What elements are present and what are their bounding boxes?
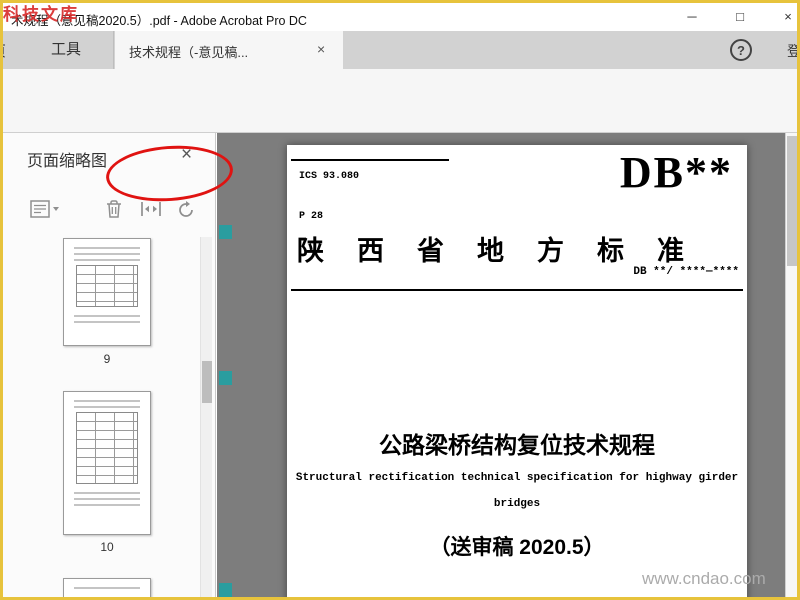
tab-bar: 页 工具 技术规程（-意见稿... × ? 登 — [3, 31, 797, 69]
thumbnail-page-9[interactable] — [63, 238, 151, 346]
tab-home-partial[interactable]: 页 — [3, 31, 19, 69]
tab-document-label: 技术规程（-意见稿... — [129, 45, 249, 60]
title-bar: 科技文库 术规程（意见稿2020.5）.pdf - Adobe Acrobat … — [3, 3, 797, 31]
sidebar-scrollbar-thumb[interactable] — [202, 361, 212, 403]
help-icon[interactable]: ? — [730, 39, 752, 61]
thumbnail-sketch — [74, 587, 140, 593]
thumbnail-sketch — [74, 247, 140, 261]
divider-marker — [219, 583, 232, 597]
standard-name: 陕西省地方标准 — [297, 236, 717, 266]
divider-marker — [219, 225, 232, 239]
thumbnail-page-11-partial[interactable] — [63, 578, 151, 597]
thumbnail-sketch — [74, 315, 140, 325]
content-area: 页面缩略图 × 9 10 ICS 93.080 DB** P 28 陕西省地方标… — [3, 133, 797, 597]
page-top-rule — [291, 159, 449, 161]
document-scrollbar[interactable] — [785, 133, 797, 597]
p-code: P 28 — [299, 211, 324, 222]
thumbnail-sketch — [74, 400, 140, 408]
main-toolbar: 49% ▼ ··· — [3, 69, 797, 206]
sidebar-scrollbar[interactable] — [200, 237, 212, 597]
delete-pages-icon[interactable] — [103, 197, 125, 226]
thumbnails-panel: 页面缩略图 × 9 10 — [3, 133, 216, 597]
signin-label[interactable]: 登 — [787, 41, 797, 61]
document-view: ICS 93.080 DB** P 28 陕西省地方标准 DB **/ ****… — [217, 133, 785, 597]
tab-close-icon[interactable]: × — [317, 41, 325, 57]
ics-code: ICS 93.080 — [299, 171, 360, 182]
minimize-button[interactable]: ─ — [675, 6, 709, 28]
document-title-en-line1: Structural rectification technical speci… — [295, 472, 739, 484]
tab-document-active[interactable]: 技术规程（-意见稿... × — [115, 31, 343, 69]
thumbnail-sketch-table — [76, 412, 138, 484]
thumbnail-sketch — [74, 492, 140, 510]
close-window-button[interactable]: × — [771, 6, 797, 28]
pdf-page[interactable]: ICS 93.080 DB** P 28 陕西省地方标准 DB **/ ****… — [287, 145, 747, 597]
rotate-pages-icon[interactable] — [175, 197, 197, 226]
site-watermark: www.cndao.com — [642, 569, 766, 588]
red-watermark-text: 科技文库 — [3, 5, 79, 24]
thumbnail-label-10: 10 — [100, 540, 114, 554]
document-scrollbar-thumb[interactable] — [787, 136, 797, 266]
draft-note: （送审稿 2020.5） — [429, 536, 605, 559]
maximize-button[interactable]: □ — [723, 6, 757, 28]
thumbnail-label-9: 9 — [103, 352, 111, 366]
tab-tools[interactable]: 工具 — [19, 31, 114, 69]
thumbnail-page-10[interactable] — [63, 391, 151, 535]
tab-home-label: 页 — [3, 40, 6, 61]
document-title-cn: 公路梁桥结构复位技术规程 — [379, 432, 655, 458]
divider-marker — [219, 371, 232, 385]
document-title-en-line2: bridges — [493, 498, 541, 510]
standard-number: DB **/ ****—**** — [633, 266, 739, 278]
page-main-rule — [291, 289, 743, 291]
thumbnail-options-icon[interactable] — [29, 197, 61, 226]
panel-title: 页面缩略图 — [27, 153, 108, 170]
acrobat-window: 科技文库 术规程（意见稿2020.5）.pdf - Adobe Acrobat … — [0, 0, 800, 600]
thumbnail-sketch-table — [76, 265, 138, 307]
db-classification: DB** — [619, 148, 733, 197]
